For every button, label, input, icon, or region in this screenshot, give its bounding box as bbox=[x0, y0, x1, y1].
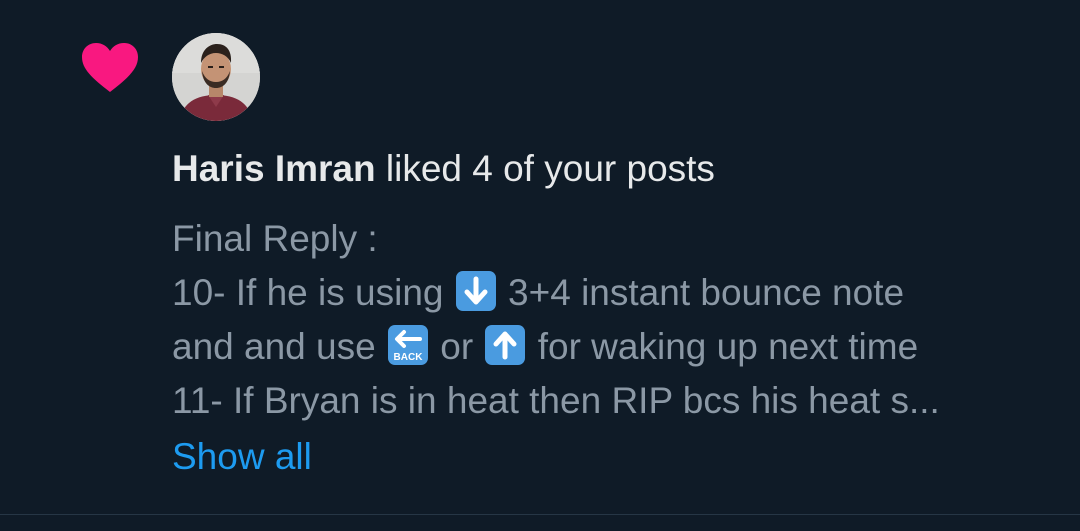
post-line-text: Final Reply : bbox=[172, 218, 378, 259]
action-text: liked 4 of your posts bbox=[385, 148, 715, 189]
heart-icon bbox=[82, 43, 138, 92]
post-line-text: 10- If he is using bbox=[172, 272, 444, 313]
avatar[interactable] bbox=[172, 33, 260, 121]
user-name[interactable]: Haris Imran bbox=[172, 148, 376, 189]
post-line: 10- If he is using 3+4 instant bounce no… bbox=[172, 266, 1052, 320]
notification-headline: Haris Imran liked 4 of your posts bbox=[172, 146, 1052, 192]
post-line: and and use BACK or for waking up next t… bbox=[172, 320, 1052, 374]
post-line-text: for waking up next time bbox=[537, 326, 919, 367]
show-all-link[interactable]: Show all bbox=[172, 432, 312, 482]
post-line: Final Reply : bbox=[172, 212, 1052, 266]
down-arrow-key-icon bbox=[455, 271, 496, 311]
post-line-text: 3+4 instant bounce note bbox=[508, 272, 905, 313]
post-line-text: 11- If Bryan is in heat then RIP bcs his… bbox=[172, 380, 940, 421]
avatar-photo bbox=[172, 33, 260, 121]
up-arrow-key-icon bbox=[485, 325, 526, 365]
like-notification[interactable]: Haris Imran liked 4 of your posts Final … bbox=[0, 0, 1080, 514]
post-preview[interactable]: Final Reply : 10- If he is using 3+4 ins… bbox=[172, 212, 1052, 428]
divider bbox=[0, 514, 1080, 515]
post-line: 11- If Bryan is in heat then RIP bcs his… bbox=[172, 374, 1052, 428]
back-label: BACK bbox=[394, 352, 424, 363]
post-line-text: or bbox=[440, 326, 474, 367]
post-line-text: and and use bbox=[172, 326, 376, 367]
back-arrow-key-icon: BACK bbox=[387, 325, 428, 365]
